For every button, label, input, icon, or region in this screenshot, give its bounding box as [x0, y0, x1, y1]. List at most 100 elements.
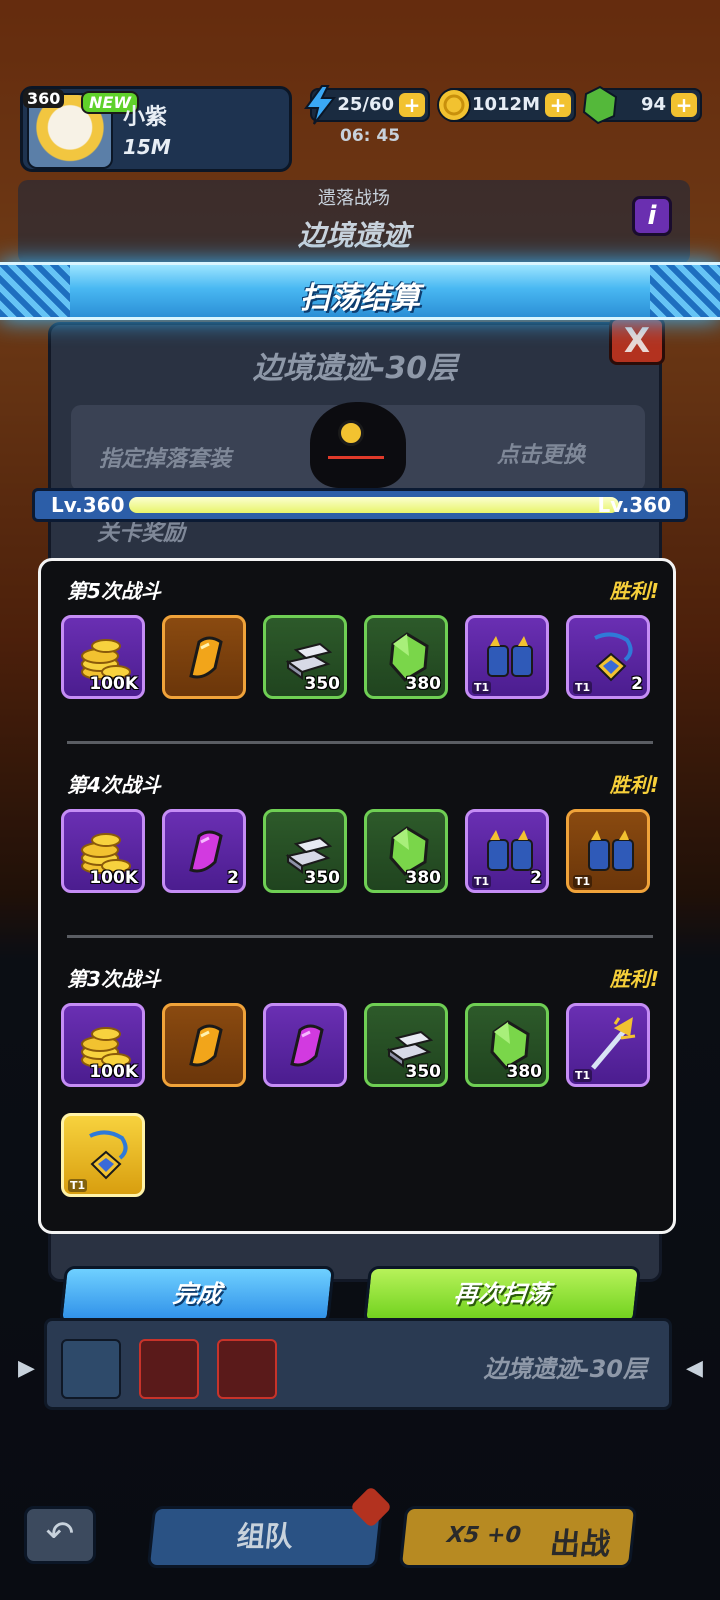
- tier-badge: T1: [573, 875, 593, 888]
- battle-separator: [67, 935, 653, 938]
- amulet-reward-item[interactable]: T1: [61, 1113, 145, 1197]
- orange-shard-icon: [177, 628, 237, 688]
- player-level: 360: [23, 89, 65, 108]
- level-right: Lv.360: [597, 493, 672, 517]
- selected-stage-name: 边境遗迹-30层: [483, 1355, 647, 1383]
- ticket-icon[interactable]: [61, 1339, 121, 1399]
- done-button[interactable]: 完成: [58, 1266, 336, 1324]
- player-card[interactable]: 360 NEW 小紫 15M: [20, 86, 292, 172]
- gem-plus-button[interactable]: +: [671, 93, 697, 117]
- gold-value: 1012M: [471, 94, 540, 115]
- level-bar: Lv.360 Lv.360: [32, 488, 688, 522]
- silver-ingot-reward-item[interactable]: 350: [263, 615, 347, 699]
- item-quantity: 380: [405, 674, 442, 694]
- next-stage-arrow[interactable]: ◀: [686, 1356, 703, 1381]
- fight-label: 出战: [548, 1527, 613, 1562]
- gold-coins-reward-item[interactable]: 100K: [61, 1003, 145, 1087]
- green-gem-icon: [582, 85, 618, 125]
- player-power: 15M: [123, 135, 171, 159]
- gold-counter: 1012M +: [437, 88, 576, 122]
- trident-icon: [581, 1016, 641, 1076]
- item-quantity: 380: [405, 868, 442, 888]
- battle-title: 第5次战斗: [67, 579, 161, 603]
- item-quantity: 350: [304, 674, 341, 694]
- monster-eye: [338, 420, 364, 446]
- mystery-reward-icon[interactable]: [139, 1339, 199, 1399]
- battle-result: 胜利!: [609, 579, 659, 603]
- tier-badge: T1: [573, 681, 593, 694]
- dialog-title: 边境遗迹-30层: [252, 351, 458, 386]
- gauntlets-reward-item[interactable]: T1 2: [465, 809, 549, 893]
- tier-badge: T1: [68, 1179, 88, 1192]
- purple-shard-reward-item[interactable]: 2: [162, 809, 246, 893]
- gold-coins-reward-item[interactable]: 100K: [61, 615, 145, 699]
- battle-title: 第4次战斗: [67, 773, 161, 797]
- energy-counter: 25/60 +: [304, 85, 430, 125]
- green-gem-reward-item[interactable]: 380: [364, 615, 448, 699]
- item-quantity: 350: [405, 1062, 442, 1082]
- silver-ingot-reward-item[interactable]: 350: [364, 1003, 448, 1087]
- orange-shard-reward-item[interactable]: [162, 1003, 246, 1087]
- stage-selector: 边境遗迹-30层: [44, 1318, 672, 1410]
- trident-reward-item[interactable]: T1: [566, 1003, 650, 1087]
- item-quantity: 2: [530, 868, 542, 888]
- item-quantity: 350: [304, 868, 341, 888]
- back-button[interactable]: ↶: [24, 1506, 96, 1564]
- amulet-reward-item[interactable]: T1 2: [566, 615, 650, 699]
- stage-name: 边境遗迹: [297, 219, 410, 252]
- amulet-icon: [76, 1126, 136, 1186]
- monster-mascot: [310, 402, 406, 488]
- purple-shard-reward-item[interactable]: [263, 1003, 347, 1087]
- tier-badge: T1: [472, 681, 492, 694]
- gauntlets-reward-item[interactable]: T1: [465, 615, 549, 699]
- battle-separator: [67, 741, 653, 744]
- prev-stage-arrow[interactable]: ▶: [18, 1356, 35, 1381]
- mystery-reward-icon[interactable]: [217, 1339, 277, 1399]
- gold-coins-reward-item[interactable]: 100K: [61, 809, 145, 893]
- level-left: Lv.360: [51, 493, 125, 517]
- change-set-button[interactable]: 点击更换: [497, 437, 585, 469]
- item-quantity: 100K: [89, 868, 138, 888]
- sweep-result-banner: 扫荡结算: [0, 262, 720, 320]
- orange-shard-icon: [177, 1016, 237, 1076]
- battle-title: 第3次战斗: [67, 967, 161, 991]
- gem-value: 94: [640, 94, 666, 115]
- energy-value: 25/60: [337, 94, 394, 115]
- monster-mouth: [328, 456, 384, 468]
- green-gem-reward-item[interactable]: 380: [364, 809, 448, 893]
- item-quantity: 100K: [89, 674, 138, 694]
- silver-ingot-reward-item[interactable]: 350: [263, 809, 347, 893]
- sweep-again-button[interactable]: 再次扫荡: [362, 1266, 642, 1324]
- energy-timer: 06: 45: [340, 126, 401, 146]
- team-button[interactable]: 组队: [146, 1506, 384, 1568]
- fight-cost: X5 +0: [445, 1523, 523, 1548]
- gauntlets-reward-item[interactable]: T1: [566, 809, 650, 893]
- item-quantity: 2: [227, 868, 239, 888]
- item-quantity: 380: [506, 1062, 543, 1082]
- stage-header: 遗落战场 边境遗迹 i: [18, 180, 690, 264]
- energy-plus-button[interactable]: +: [399, 93, 425, 117]
- player-name: 小紫: [123, 105, 168, 130]
- tier-badge: T1: [472, 875, 492, 888]
- gem-counter: 94 +: [582, 85, 702, 125]
- stage-mode: 遗落战场: [318, 188, 390, 209]
- lightning-icon: [304, 85, 337, 125]
- item-quantity: 2: [631, 674, 643, 694]
- sweep-results-panel[interactable]: 第5次战斗 胜利! 100K 350 380 T1 T1 2 第4次战斗 胜利! 100K…: [38, 558, 676, 1234]
- banner-title: 扫荡结算: [300, 281, 420, 316]
- tier-badge: T1: [573, 1069, 593, 1082]
- item-quantity: 100K: [89, 1062, 138, 1082]
- gold-coin-icon: [437, 88, 471, 122]
- fight-button[interactable]: X5 +0 出战: [398, 1506, 638, 1568]
- level-bar-fill: [129, 497, 619, 513]
- gauntlets-icon: [480, 628, 540, 688]
- dialog-close-button[interactable]: X: [609, 317, 665, 365]
- top-hud: 360 NEW 小紫 15M 25/60 + 06: 45 1012M + 94…: [14, 74, 706, 174]
- gold-plus-button[interactable]: +: [545, 93, 571, 117]
- battle-result: 胜利!: [609, 773, 659, 797]
- battle-result: 胜利!: [609, 967, 659, 991]
- info-button[interactable]: i: [632, 196, 672, 236]
- green-gem-reward-item[interactable]: 380: [465, 1003, 549, 1087]
- orange-shard-reward-item[interactable]: [162, 615, 246, 699]
- drop-set-label: 指定掉落套装: [99, 447, 232, 472]
